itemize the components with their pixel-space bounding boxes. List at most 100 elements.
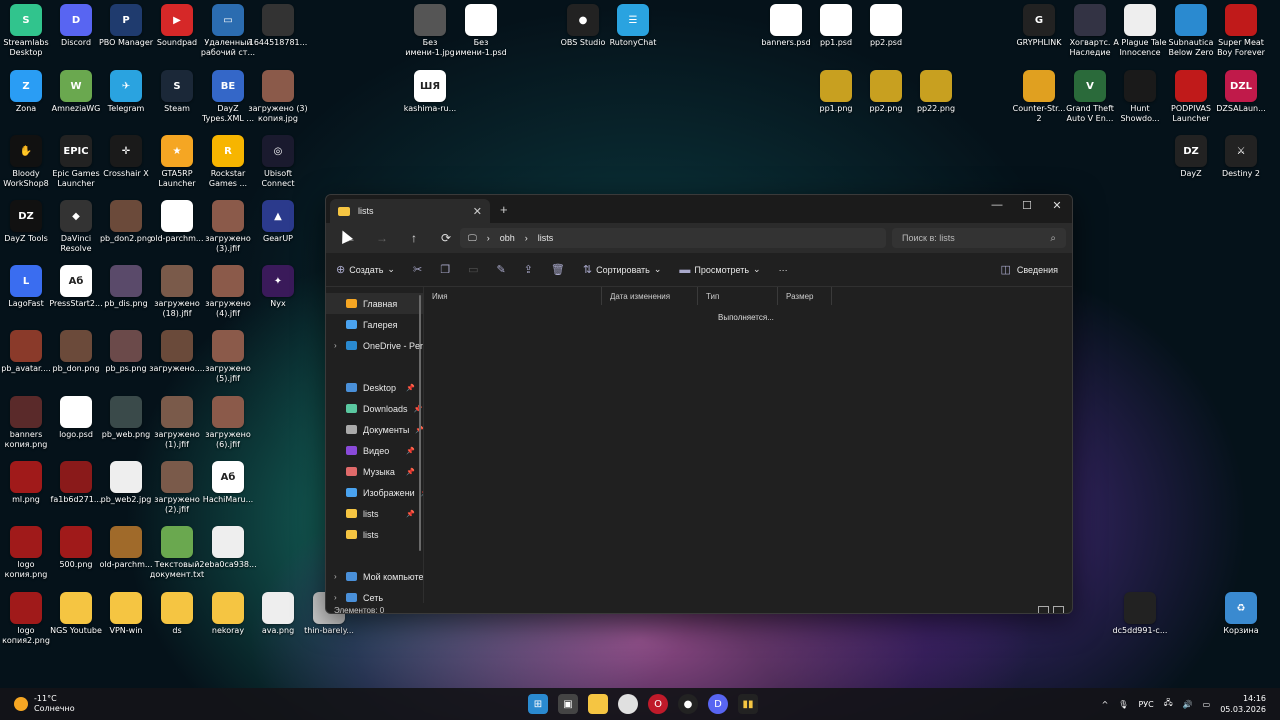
desktop-icon[interactable]: P PBO Manager: [99, 4, 153, 48]
desktop-icon[interactable]: Super Meat Boy Forever: [1215, 4, 1267, 58]
desktop-icon[interactable]: загружено....: [149, 330, 205, 374]
file-explorer-taskbar-icon[interactable]: [588, 694, 608, 714]
desktop-icon[interactable]: pb_don2.png: [100, 200, 152, 244]
desktop-icon[interactable]: W AmneziaWG: [50, 70, 102, 114]
desktop-icon[interactable]: загружено (4).jfif: [202, 265, 254, 319]
desktop-icon[interactable]: 1644518781...: [249, 4, 307, 48]
sidebar-item[interactable]: › Мой компьюте: [326, 566, 423, 587]
desktop-icon[interactable]: ★ GTA5RP Launcher: [151, 135, 203, 189]
sidebar-item[interactable]: Главная: [326, 293, 423, 314]
desktop-icon[interactable]: pb_avatar....: [0, 330, 52, 374]
close-button[interactable]: ✕: [1042, 195, 1072, 215]
volume-icon[interactable]: 🔊: [1183, 700, 1193, 709]
breadcrumb-lists[interactable]: lists: [538, 233, 554, 243]
desktop-icon[interactable]: S Steam: [151, 70, 203, 114]
desktop-icon[interactable]: old-parchm...: [99, 526, 153, 570]
sort-button[interactable]: ⇅ Сортировать ⌄: [583, 263, 662, 276]
desktop-icon[interactable]: ☰ RutonyChat: [607, 4, 659, 48]
microphone-icon[interactable]: 🎙: [1118, 700, 1128, 709]
desktop-icon[interactable]: загружено (5).jfif: [202, 330, 254, 384]
clock[interactable]: 14:16 05.03.2026: [1220, 693, 1266, 715]
column-name[interactable]: Имя: [424, 287, 602, 305]
desktop-icon[interactable]: ● OBS Studio: [557, 4, 609, 48]
view-button[interactable]: ▬ Просмотреть ⌄: [679, 264, 760, 276]
desktop-icon[interactable]: Z Zona: [0, 70, 52, 114]
cut-icon[interactable]: ✂: [413, 263, 422, 276]
desktop-icon[interactable]: D Discord: [50, 4, 102, 48]
desktop-icon[interactable]: загружено (18).jfif: [151, 265, 203, 319]
desktop-icon[interactable]: EPIC Epic Games Launcher: [50, 135, 102, 189]
address-bar[interactable]: 🖵 › obh › lists: [460, 228, 886, 248]
desktop-icon[interactable]: ▲ GearUP: [252, 200, 304, 244]
desktop-icon[interactable]: NGS Youtube: [50, 592, 102, 636]
desktop-icon[interactable]: Текстовый документ.txt: [150, 526, 204, 580]
desktop-icon[interactable]: загружено (3).jfif: [202, 200, 254, 254]
navigation-scrollbar[interactable]: [419, 295, 421, 551]
desktop-icon[interactable]: pp2.png: [860, 70, 912, 114]
desktop-icon[interactable]: загружено (2).jfif: [151, 461, 203, 515]
desktop-icon[interactable]: dc5dd991-c...: [1113, 592, 1167, 636]
desktop-icon[interactable]: DZ DayZ: [1165, 135, 1217, 179]
desktop-icon[interactable]: ✋ Bloody WorkShop8: [0, 135, 52, 189]
more-options-button[interactable]: ···: [779, 265, 788, 275]
sidebar-item[interactable]: Desktop 📌: [326, 377, 423, 398]
tray-expand-icon[interactable]: ^: [1102, 700, 1109, 709]
rename-icon[interactable]: ✎: [496, 263, 505, 276]
desktop-icon[interactable]: logo копия.png: [0, 526, 52, 580]
desktop-icon[interactable]: L LagoFast: [0, 265, 52, 309]
desktop-icon[interactable]: ava.png: [252, 592, 304, 636]
desktop-icon[interactable]: ◆ DaVinci Resolve: [50, 200, 102, 254]
desktop-icon[interactable]: pb_dis.png: [100, 265, 152, 309]
delete-icon[interactable]: 🗑: [551, 263, 565, 276]
sidebar-item[interactable]: lists 📌: [326, 503, 423, 524]
desktop-icon[interactable]: ✦ Nyx: [252, 265, 304, 309]
desktop-icon[interactable]: DZ DayZ Tools: [0, 200, 52, 244]
desktop-icon[interactable]: Без имени-1.psd: [455, 4, 507, 58]
desktop-icon[interactable]: Аб PressStart2...: [49, 265, 103, 309]
search-input[interactable]: Поиск в: lists ⌕: [892, 228, 1066, 248]
desktop-icon[interactable]: DZL DZSALaun...: [1215, 70, 1267, 114]
desktop-icon[interactable]: pb_web.png: [100, 396, 152, 440]
sidebar-item[interactable]: Видео 📌: [326, 440, 423, 461]
task-view-icon[interactable]: ▣: [558, 694, 578, 714]
desktop-icon[interactable]: A Plague Tale Innocence: [1113, 4, 1167, 58]
desktop-icon[interactable]: old-parchm...: [150, 200, 204, 244]
desktop-icon[interactable]: ◎ Ubisoft Connect: [252, 135, 304, 189]
desktop-icon[interactable]: banners копия.png: [0, 396, 52, 450]
network-icon[interactable]: 🖧: [1164, 697, 1173, 711]
create-button[interactable]: ⊕ Создать ⌄: [336, 263, 395, 276]
desktop-icon[interactable]: Без имени-1.jpg: [404, 4, 456, 58]
chevron-right-icon[interactable]: ›: [334, 593, 337, 602]
desktop-icon[interactable]: pp1.png: [810, 70, 862, 114]
tab-close-icon[interactable]: ✕: [473, 205, 482, 218]
desktop-icon[interactable]: ✈ Telegram: [100, 70, 152, 114]
tab-lists[interactable]: lists ✕: [330, 199, 490, 223]
column-date[interactable]: Дата изменения: [602, 287, 698, 305]
app-taskbar-icon[interactable]: ▮▮: [738, 694, 758, 714]
desktop-icon[interactable]: ▭ Удаленный рабочий ст...: [201, 4, 255, 58]
details-view-icon[interactable]: [1038, 605, 1049, 613]
desktop-icon[interactable]: Аб HachiMaru...: [202, 461, 254, 505]
details-button[interactable]: ◫ Сведения: [1000, 263, 1058, 276]
desktop-icon[interactable]: logo копия2.png: [0, 592, 52, 646]
desktop-icon[interactable]: ✛ Crosshair X: [100, 135, 152, 179]
new-tab-button[interactable]: +: [500, 202, 508, 217]
language-indicator[interactable]: РУС: [1138, 700, 1153, 709]
minimize-button[interactable]: —: [982, 195, 1012, 215]
refresh-button[interactable]: ⟳: [430, 231, 462, 245]
desktop-icon[interactable]: загружено (6).jfif: [202, 396, 254, 450]
sidebar-item[interactable]: › OneDrive - Pers: [326, 335, 423, 356]
desktop-icon[interactable]: banners.psd: [760, 4, 812, 48]
sidebar-item[interactable]: Изображени 📌: [326, 482, 423, 503]
desktop-icon[interactable]: загружено (1).jfif: [151, 396, 203, 450]
chevron-right-icon[interactable]: ›: [334, 572, 337, 581]
desktop-icon[interactable]: 500.png: [50, 526, 102, 570]
desktop-icon[interactable]: Hunt Showdo...: [1114, 70, 1166, 124]
desktop-icon[interactable]: nekoray: [202, 592, 254, 636]
tiles-view-icon[interactable]: [1053, 605, 1064, 613]
sidebar-item[interactable]: Галерея: [326, 314, 423, 335]
up-button[interactable]: ↑: [398, 231, 430, 245]
desktop-icon[interactable]: G GRYPHLINK: [1013, 4, 1065, 48]
desktop-icon[interactable]: PODPIVAS Launcher: [1165, 70, 1217, 124]
obs-taskbar-icon[interactable]: ●: [678, 694, 698, 714]
